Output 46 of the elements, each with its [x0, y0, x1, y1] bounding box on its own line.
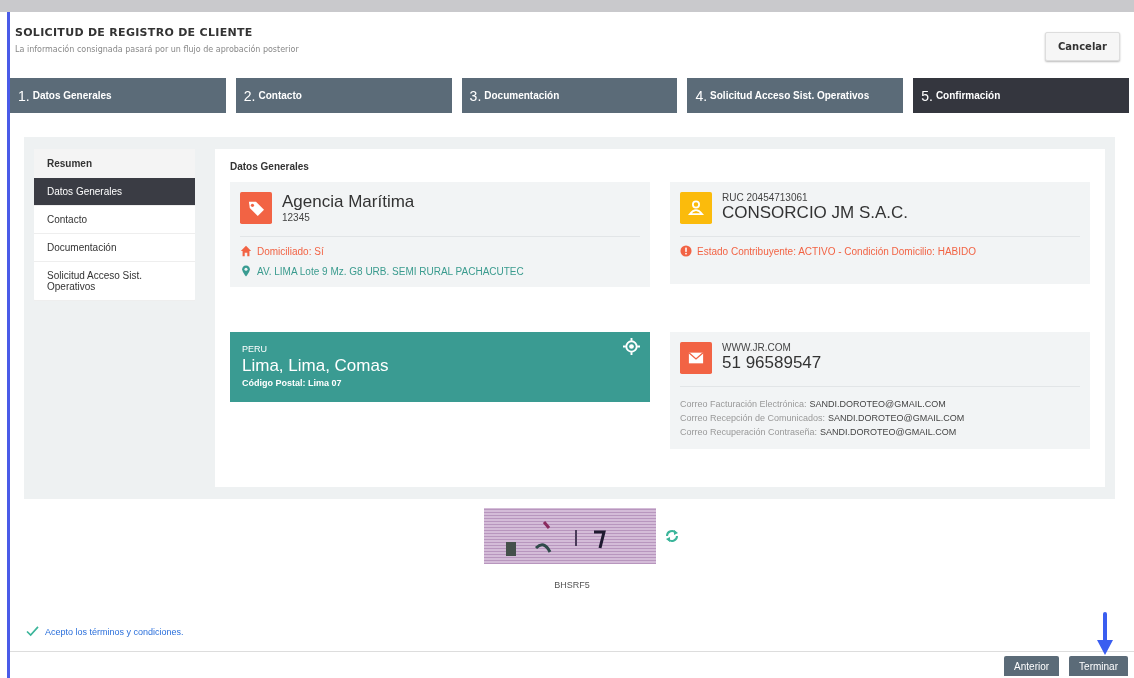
phone-text: 51 96589547: [722, 353, 822, 373]
address-text: AV. LIMA Lote 9 Mz. G8 URB. SEMI RURAL PACHACUTEC: [257, 265, 524, 277]
page-subtitle: La información consignada pasará por un flujo de aprobación posterior: [15, 45, 299, 54]
refresh-icon[interactable]: [664, 528, 680, 544]
sidebar-item[interactable]: Contacto: [34, 206, 195, 234]
user-icon: [680, 192, 712, 224]
cancel-button[interactable]: Cancelar: [1044, 32, 1120, 61]
postal-code-text: Código Postal: Lima 07: [242, 378, 342, 388]
info-icon: [680, 245, 692, 257]
email-label: Correo Recuperación Contraseña:: [680, 427, 818, 437]
step-tab[interactable]: 1. Datos Generales: [10, 78, 226, 113]
checkmark-icon[interactable]: [26, 626, 39, 637]
sidebar-item[interactable]: Documentación: [34, 234, 195, 262]
website-text: WWW.JR.COM: [722, 342, 792, 353]
location-pin-icon: [240, 265, 252, 277]
step-tab[interactable]: 3. Documentación: [461, 78, 678, 113]
place-text: Lima, Lima, Comas: [242, 356, 389, 376]
email-label: Correo Facturación Electrónica:: [680, 399, 807, 409]
tag-icon: [240, 192, 272, 224]
sidebar-title: Resumen: [34, 149, 195, 178]
target-icon[interactable]: [623, 338, 640, 355]
home-icon: [240, 245, 252, 257]
agency-code: 12345: [282, 212, 311, 223]
terms-link[interactable]: Acepto los términos y condiciones.: [45, 626, 184, 637]
previous-button[interactable]: Anterior: [1004, 656, 1060, 676]
arrow-icon: [1096, 612, 1114, 656]
email-value: SANDI.DOROTEO@GMAIL.COM: [820, 427, 957, 437]
country-text: PERU: [242, 344, 267, 354]
company-name: CONSORCIO JM S.A.C.: [722, 203, 909, 223]
status-text: Estado Contribuyente: ACTIVO - Condición Domicilio: HABIDO: [697, 245, 976, 257]
page-title: SOLICITUD DE REGISTRO DE CLIENTE: [15, 26, 254, 39]
step-tab[interactable]: 2. Contacto: [235, 78, 452, 113]
agency-name: Agencia Marítima: [282, 192, 415, 212]
domiciled-text: Domiciliado: Sí: [257, 245, 324, 257]
step-tab[interactable]: 4. Solicitud Acceso Sist. Operativos: [687, 78, 904, 113]
captcha-code: BHSRF5: [554, 580, 590, 590]
email-value: SANDI.DOROTEO@GMAIL.COM: [809, 399, 946, 409]
email-label: Correo Recepción de Comunicados:: [680, 413, 826, 423]
finish-button[interactable]: Terminar: [1069, 656, 1128, 676]
section-title: Datos Generales: [230, 161, 310, 172]
email-value: SANDI.DOROTEO@GMAIL.COM: [828, 413, 965, 423]
sidebar-item[interactable]: Solicitud Acceso Sist. Operativos: [34, 262, 195, 301]
ruc-text: RUC 20454713061: [722, 192, 809, 203]
step-tab[interactable]: 5. Confirmación: [913, 78, 1129, 113]
mail-icon: [680, 342, 712, 374]
sidebar-item[interactable]: Datos Generales: [34, 178, 195, 206]
